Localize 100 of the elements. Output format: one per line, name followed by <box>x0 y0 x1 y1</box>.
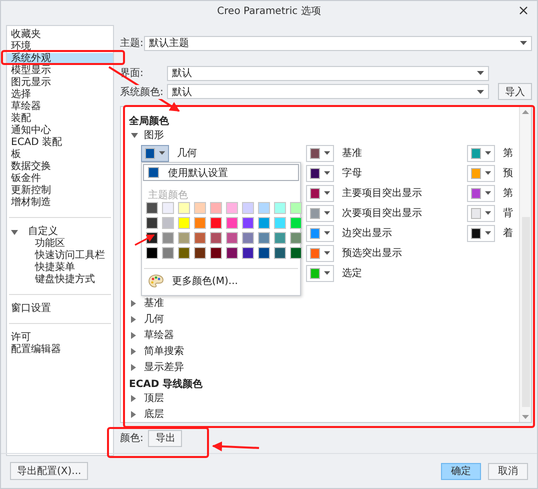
category-item[interactable]: 更新控制 <box>7 185 113 197</box>
color-dropdown[interactable] <box>467 144 495 162</box>
category-item[interactable]: 收藏夹 <box>7 29 113 41</box>
tree-node[interactable]: 顶层 <box>144 391 164 406</box>
collapse-triangle-icon[interactable] <box>131 132 138 138</box>
color-dropdown[interactable] <box>306 164 334 182</box>
palette-swatch[interactable] <box>211 218 221 228</box>
color-dropdown[interactable] <box>306 204 334 222</box>
tree-node[interactable]: 底层 <box>144 407 164 422</box>
tree-node[interactable]: 几何 <box>144 312 164 326</box>
color-dropdown[interactable] <box>467 164 495 182</box>
more-colors-item[interactable]: 更多颜色(M)... <box>172 274 238 288</box>
palette-swatch[interactable] <box>195 248 205 258</box>
expand-triangle-icon[interactable] <box>131 410 136 418</box>
palette-swatch[interactable] <box>163 233 173 244</box>
palette-swatch[interactable] <box>211 248 221 258</box>
color-dropdown[interactable] <box>306 264 334 282</box>
category-item[interactable]: 快速访问工具栏 <box>31 250 109 262</box>
category-item[interactable]: 自定义 <box>24 226 62 238</box>
palette-swatch[interactable] <box>275 218 285 228</box>
palette-swatch[interactable] <box>259 218 269 228</box>
expand-triangle-icon[interactable] <box>131 348 136 355</box>
category-item[interactable]: 快捷菜单 <box>31 262 79 274</box>
palette-swatch[interactable] <box>227 218 237 228</box>
palette-swatch[interactable] <box>147 203 157 214</box>
tree-node[interactable]: 基准 <box>144 296 164 310</box>
palette-swatch[interactable] <box>275 248 285 258</box>
scroll-thumb[interactable] <box>522 217 530 408</box>
tree-node[interactable]: 草绘器 <box>144 328 174 342</box>
category-item[interactable]: 钣金件 <box>7 173 113 185</box>
category-item[interactable]: 环境 <box>7 41 113 53</box>
palette-swatch[interactable] <box>243 248 253 258</box>
interface-dropdown[interactable]: 默认 <box>167 66 489 81</box>
category-item[interactable]: 增材制造 <box>7 197 113 209</box>
palette-swatch[interactable] <box>211 203 221 214</box>
category-item[interactable]: 模型显示 <box>7 65 113 77</box>
expand-triangle-icon[interactable] <box>131 332 136 339</box>
tree-node[interactable]: 图形 <box>144 128 164 142</box>
export-config-button[interactable]: 导出配置(X)... <box>10 462 88 480</box>
tree-node[interactable]: 显示差异 <box>144 360 184 374</box>
category-item[interactable]: 图元显示 <box>7 77 113 89</box>
ok-button[interactable]: 确定 <box>441 462 481 480</box>
palette-swatch[interactable] <box>195 203 205 214</box>
collapse-triangle-icon[interactable] <box>11 230 18 234</box>
export-button[interactable]: 导出 <box>148 430 182 447</box>
palette-swatch[interactable] <box>291 203 301 214</box>
palette-swatch[interactable] <box>179 248 189 258</box>
scroll-down-icon[interactable] <box>522 415 529 420</box>
system-colors-dropdown[interactable]: 默认 <box>167 84 489 100</box>
cancel-button[interactable]: 取消 <box>488 462 528 480</box>
palette-swatch[interactable] <box>227 248 237 258</box>
palette-swatch[interactable] <box>243 203 253 214</box>
palette-swatch[interactable] <box>243 233 253 244</box>
category-item[interactable]: 功能区 <box>31 238 69 250</box>
category-item[interactable]: 通知中心 <box>7 125 113 137</box>
color-dropdown[interactable] <box>306 184 334 202</box>
palette-swatch[interactable] <box>291 248 301 258</box>
expand-triangle-icon[interactable] <box>131 300 136 307</box>
palette-swatch[interactable] <box>211 233 221 244</box>
color-dropdown[interactable] <box>467 204 495 222</box>
color-dropdown[interactable] <box>306 144 334 162</box>
palette-swatch[interactable] <box>291 218 301 228</box>
category-item[interactable]: 板 <box>7 149 113 161</box>
category-item[interactable]: 草绘器 <box>7 101 113 113</box>
category-item[interactable]: 窗口设置 <box>7 303 113 315</box>
palette-swatch[interactable] <box>147 248 157 258</box>
palette-swatch[interactable] <box>179 233 189 244</box>
expand-triangle-icon[interactable] <box>131 316 136 323</box>
color-dropdown[interactable] <box>141 144 169 162</box>
palette-swatch[interactable] <box>179 203 189 214</box>
palette-swatch[interactable] <box>163 218 173 228</box>
color-dropdown[interactable] <box>306 224 334 242</box>
palette-swatch[interactable] <box>275 233 285 244</box>
palette-swatch[interactable] <box>291 233 301 244</box>
palette-swatch[interactable] <box>259 248 269 258</box>
color-dropdown[interactable] <box>467 184 495 202</box>
palette-swatch[interactable] <box>227 233 237 244</box>
palette-swatch[interactable] <box>275 203 285 214</box>
category-item[interactable]: 选择 <box>7 89 113 101</box>
category-item[interactable]: 装配 <box>7 113 113 125</box>
palette-swatch[interactable] <box>147 218 157 228</box>
expand-triangle-icon[interactable] <box>131 364 136 371</box>
color-dropdown[interactable] <box>306 244 334 262</box>
tree-node[interactable]: 简单搜索 <box>144 344 184 358</box>
palette-swatch[interactable] <box>259 233 269 244</box>
palette-swatch[interactable] <box>227 203 237 214</box>
color-dropdown[interactable] <box>467 224 495 242</box>
import-button[interactable]: 导入 <box>498 83 532 100</box>
palette-swatch[interactable] <box>163 203 173 214</box>
scroll-up-icon[interactable] <box>522 110 529 114</box>
expand-triangle-icon[interactable] <box>131 394 136 402</box>
category-item[interactable]: 键盘快捷方式 <box>31 274 99 286</box>
palette-swatch[interactable] <box>195 218 205 228</box>
palette-swatch[interactable] <box>163 248 173 258</box>
close-icon[interactable] <box>519 6 528 15</box>
category-item[interactable]: 配置编辑器 <box>7 344 113 356</box>
category-item[interactable]: 数据交换 <box>7 161 113 173</box>
palette-swatch[interactable] <box>195 233 205 244</box>
palette-swatch[interactable] <box>179 218 189 228</box>
category-item[interactable]: 许可 <box>7 332 113 344</box>
